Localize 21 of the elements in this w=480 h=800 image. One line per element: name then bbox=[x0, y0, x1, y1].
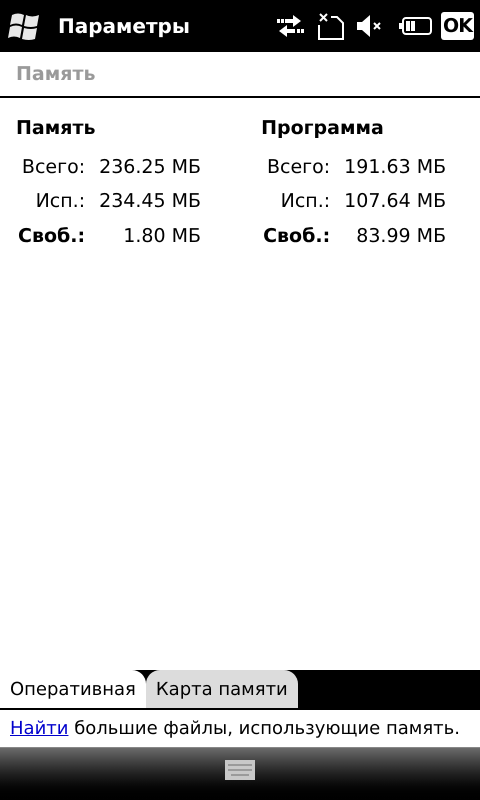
stat-label: Своб.: bbox=[18, 224, 86, 248]
stat-value: 234.45 МБ bbox=[99, 189, 202, 214]
stat-label: Исп.: bbox=[34, 189, 86, 214]
stat-label: Исп.: bbox=[280, 189, 330, 214]
stat-label: Всего: bbox=[20, 154, 86, 180]
stat-label: Всего: bbox=[266, 154, 330, 180]
stat-value: 1.80 МБ bbox=[122, 224, 202, 248]
stat-value: 107.64 МБ bbox=[344, 189, 446, 214]
column-heading: Программа bbox=[261, 116, 385, 141]
stat-value: 236.25 МБ bbox=[99, 154, 202, 180]
tab[interactable]: Карта памяти bbox=[146, 670, 298, 708]
page-heading: Память bbox=[16, 62, 96, 87]
stat-value: 191.63 МБ bbox=[344, 154, 446, 180]
stat-value: 83.99 МБ bbox=[355, 224, 446, 248]
stat-label: Своб.: bbox=[263, 224, 330, 248]
find-link[interactable]: Найти bbox=[10, 718, 68, 739]
column-heading: Память bbox=[16, 116, 96, 141]
ok-button[interactable]: OK bbox=[441, 12, 474, 40]
window-title: Параметры bbox=[58, 13, 190, 40]
find-files-hint: Найти большие файлы, использующие память. bbox=[10, 717, 460, 741]
tab[interactable]: Оперативная bbox=[0, 670, 146, 708]
